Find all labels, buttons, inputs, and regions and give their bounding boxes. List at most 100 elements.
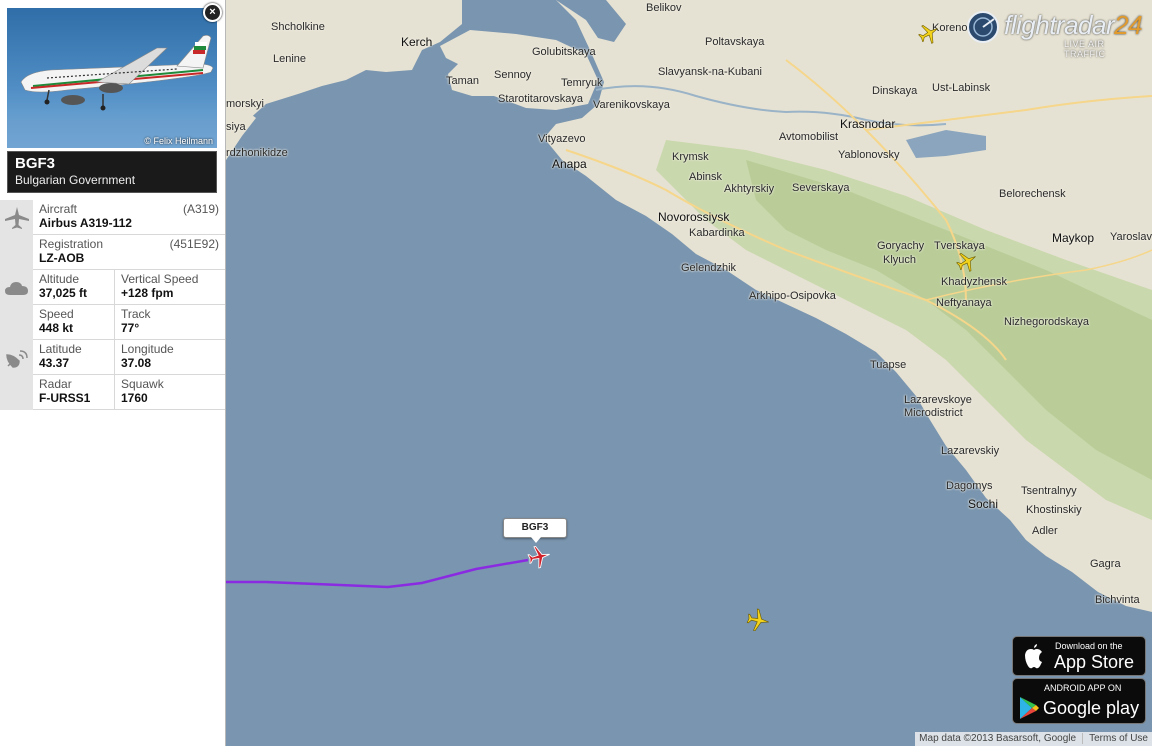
- place-label: Goryachy: [877, 240, 925, 252]
- place-label: Tuapse: [870, 359, 907, 371]
- squawk-value: 1760: [121, 391, 148, 405]
- app-store-button[interactable]: Download on the App Store: [1012, 636, 1146, 676]
- flightradar24-logo[interactable]: flightradar24 LIVE AIR TRAFFIC: [966, 6, 1146, 59]
- google-play-button[interactable]: ANDROID APP ON Google play: [1012, 678, 1146, 724]
- vertical-speed-value: +128 fpm: [121, 286, 174, 300]
- terms-link[interactable]: Terms of Use: [1082, 733, 1148, 744]
- logo-text: flightradar: [1004, 10, 1115, 40]
- place-label: Khostinskiy: [1026, 504, 1082, 516]
- aircraft-marker-icon[interactable]: [744, 607, 770, 633]
- place-label: Nizhegorodskaya: [1004, 316, 1089, 328]
- speed-label: Speed: [39, 307, 74, 321]
- place-label: Severskaya: [792, 182, 850, 194]
- place-label: Adler: [1032, 525, 1058, 537]
- place-label: Tsentralnyy: [1021, 485, 1077, 497]
- place-label: Avtomobilist: [779, 131, 839, 143]
- speed-value: 448 kt: [39, 321, 74, 335]
- flight-header: BGF3 Bulgarian Government: [7, 151, 217, 193]
- place-label: Lazarevskoye: [904, 394, 972, 406]
- flightradar-app: © Felix Heilmann × BGF3 Bulgarian Govern…: [0, 0, 1152, 746]
- latitude-value: 43.37: [39, 356, 70, 370]
- aircraft-marker-icon[interactable]: [954, 250, 978, 274]
- place-label: Sochi: [968, 497, 999, 511]
- logo-number: 24: [1114, 10, 1143, 40]
- place-label: Lazarevskiy: [941, 445, 1000, 457]
- place-label: Poltavskaya: [705, 36, 765, 48]
- map-attribution: Map data ©2013 Basarsoft, Google Terms of…: [915, 732, 1152, 746]
- place-label: Lenine: [273, 53, 307, 65]
- google-play-icon: [1020, 697, 1039, 719]
- place-label: Starotitarovskaya: [498, 93, 583, 105]
- place-label: Golubitskaya: [532, 46, 596, 58]
- place-label: Temryuk: [561, 77, 603, 89]
- vertical-speed-label: Vertical Speed: [121, 272, 199, 286]
- place-label: Abinsk: [689, 171, 723, 183]
- place-label: morskyi: [226, 98, 264, 110]
- position-row: Latitude 43.37 Longitude 37.08: [0, 340, 225, 375]
- aircraft-code: (A319): [182, 202, 219, 216]
- aircraft-value: Airbus A319-112: [39, 216, 132, 230]
- altitude-row: Altitude 37,025 ft Vertical Speed +128 f…: [0, 270, 225, 305]
- place-label: Belorechensk: [999, 188, 1066, 200]
- latitude-label: Latitude: [39, 342, 82, 356]
- google-play-small-text: ANDROID APP ON: [1044, 683, 1122, 693]
- callsign: BGF3: [15, 155, 56, 172]
- place-label: Akhtyrskiy: [724, 183, 775, 195]
- place-label: Bichvinta: [1095, 594, 1140, 606]
- photo-credit: © Felix Heilmann: [144, 136, 213, 146]
- flight-details-table: Aircraft Airbus A319-112 (A319) Registra…: [0, 200, 225, 410]
- selected-aircraft-icon[interactable]: [525, 544, 551, 570]
- airline-name: Bulgarian Government: [15, 173, 136, 187]
- track-value: 77°: [121, 321, 140, 335]
- app-store-large-text: App Store: [1054, 652, 1135, 672]
- place-label: Neftyanaya: [936, 297, 992, 309]
- place-label: Maykop: [1052, 231, 1095, 245]
- place-label: Dagomys: [946, 480, 993, 492]
- place-label: Belikov: [646, 2, 682, 14]
- selected-flight-tag[interactable]: BGF3: [503, 518, 567, 543]
- place-label: Ust-Labinsk: [932, 82, 991, 94]
- place-label: Anapa: [552, 157, 587, 171]
- place-label: Krymsk: [672, 151, 709, 163]
- place-label: Khadyzhensk: [941, 276, 1008, 288]
- registration-value: LZ-AOB: [39, 251, 85, 265]
- aircraft-photo: © Felix Heilmann: [7, 8, 217, 148]
- place-label: Taman: [446, 75, 480, 87]
- airplane-icon: [5, 207, 29, 229]
- google-play-large-text: Google play: [1043, 698, 1140, 718]
- squawk-label: Squawk: [121, 377, 164, 391]
- place-label: Krasnodar: [840, 117, 896, 131]
- registration-code: (451E92): [169, 237, 219, 251]
- place-label: Arkhipo-Osipovka: [749, 290, 836, 302]
- place-label: Shcholkine: [271, 21, 325, 33]
- radar-label: Radar: [39, 377, 72, 391]
- attribution-text: Map data ©2013 Basarsoft, Google: [919, 733, 1077, 744]
- place-label: Yablonovsky: [838, 149, 900, 161]
- place-label: Vityazevo: [538, 133, 586, 145]
- speed-row: Speed 448 kt Track 77°: [0, 305, 225, 340]
- close-button[interactable]: ×: [203, 3, 222, 22]
- place-label: Slavyansk-na-Kubani: [658, 66, 762, 78]
- place-label: Klyuch: [883, 254, 917, 266]
- cloud-icon: [5, 282, 28, 295]
- place-label: Yaroslav: [1110, 231, 1152, 243]
- radar-dish-icon: [6, 350, 28, 368]
- place-label: Gelendzhik: [681, 262, 737, 274]
- registration-row: Registration LZ-AOB (451E92): [0, 235, 225, 270]
- place-label: rdzhonikidze: [226, 147, 288, 159]
- place-label: Kabardinka: [689, 227, 745, 239]
- aircraft-row: Aircraft Airbus A319-112 (A319): [0, 200, 225, 235]
- place-label: Dinskaya: [872, 85, 918, 97]
- longitude-label: Longitude: [121, 342, 174, 356]
- place-label: Kerch: [401, 35, 433, 49]
- map-terrain: [226, 0, 1152, 746]
- radar-logo-icon: [967, 11, 999, 43]
- place-label: siya: [226, 121, 246, 133]
- altitude-value: 37,025 ft: [39, 286, 88, 300]
- map-canvas[interactable]: Belikov Shcholkine Kerch Lenine Golubits…: [226, 0, 1152, 746]
- place-label: Sennoy: [494, 69, 532, 81]
- radar-row: Radar F-URSS1 Squawk 1760: [0, 375, 225, 410]
- aircraft-marker-icon[interactable]: [916, 22, 940, 46]
- place-label: Microdistrict: [904, 407, 963, 419]
- place-label: Novorossiysk: [658, 210, 730, 224]
